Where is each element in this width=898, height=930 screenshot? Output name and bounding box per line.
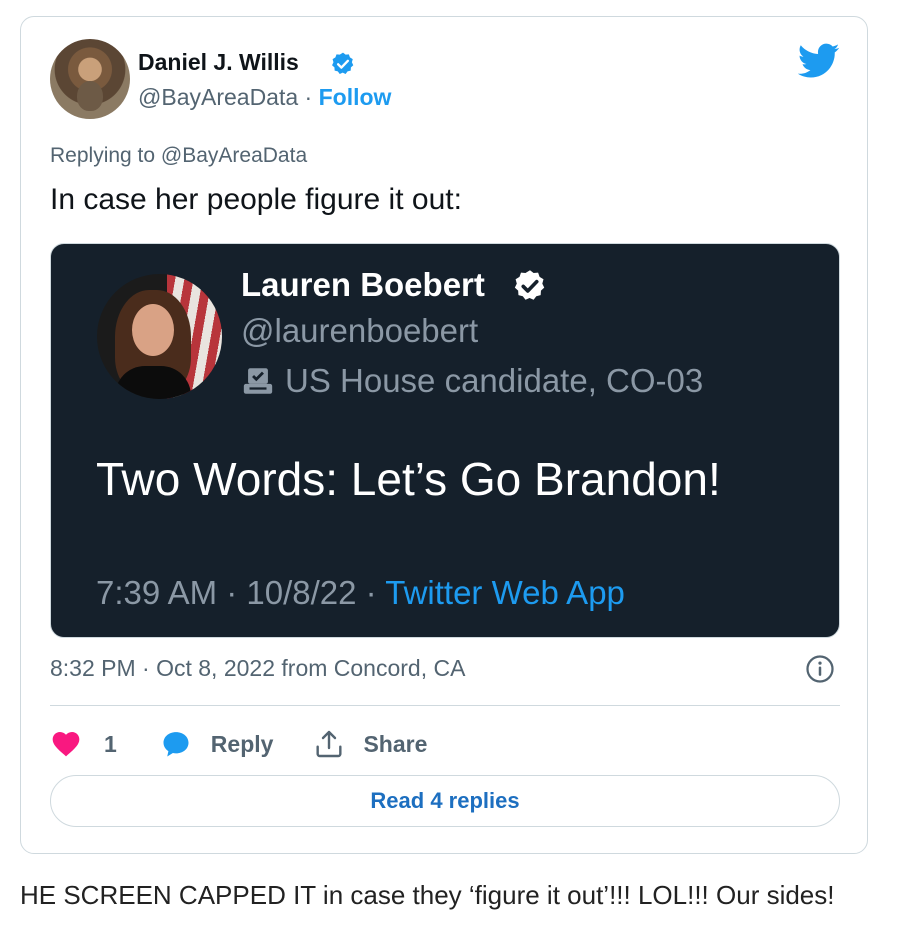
quoted-author-label-text: US House candidate, CO-03 bbox=[285, 362, 704, 399]
quoted-tweet-text: Two Words: Let’s Go Brandon! bbox=[96, 453, 721, 505]
separator-dot: · bbox=[304, 84, 313, 110]
heart-icon bbox=[52, 732, 80, 757]
embedded-tweet-card: Daniel J. Willis @BayAreaData · Follow R… bbox=[20, 16, 868, 854]
quoted-author-name: Lauren Boebert bbox=[241, 266, 485, 303]
reply-label: Reply bbox=[210, 730, 274, 757]
author-handle-row: @BayAreaData · Follow bbox=[138, 84, 391, 111]
quoted-time-date: 7:39 AM · 10/8/22 · bbox=[96, 574, 386, 611]
share-label: Share bbox=[363, 730, 428, 757]
verified-badge-icon bbox=[332, 52, 354, 74]
share-button[interactable]: Share bbox=[313, 728, 427, 760]
quoted-source-label: Twitter Web App bbox=[385, 574, 625, 611]
quoted-author-handle: @laurenboebert bbox=[241, 312, 479, 349]
author-handle[interactable]: @BayAreaData bbox=[138, 84, 298, 110]
ballot-box-icon bbox=[243, 368, 273, 394]
quoted-author-label: US House candidate, CO-03 bbox=[241, 362, 703, 400]
author-avatar[interactable] bbox=[50, 39, 130, 119]
like-button[interactable]: 1 bbox=[50, 728, 161, 760]
replying-to-text: Replying to @BayAreaData bbox=[50, 144, 308, 167]
quoted-verified-badge-icon bbox=[514, 270, 545, 300]
follow-link[interactable]: Follow bbox=[319, 84, 392, 110]
share-upload-icon bbox=[316, 730, 342, 758]
quoted-author-avatar bbox=[97, 274, 222, 399]
divider bbox=[50, 705, 840, 706]
reply-button[interactable]: Reply bbox=[161, 729, 314, 759]
like-count: 1 bbox=[104, 730, 117, 757]
tweet-text: In case her people figure it out: bbox=[50, 183, 462, 216]
speech-bubble-icon bbox=[163, 732, 189, 757]
info-icon[interactable] bbox=[805, 654, 835, 684]
twitter-bird-icon[interactable] bbox=[798, 43, 840, 79]
tweet-timestamp[interactable]: 8:32 PM · Oct 8, 2022 from Concord, CA bbox=[50, 655, 465, 682]
post-caption: HE SCREEN CAPPED IT in case they ‘figure… bbox=[20, 880, 835, 910]
quoted-tweet-meta: 7:39 AM · 10/8/22 · Twitter Web App bbox=[96, 574, 625, 612]
author-name[interactable]: Daniel J. Willis bbox=[138, 49, 299, 76]
quoted-tweet-image[interactable]: Lauren Boebert @laurenboebert US House c… bbox=[50, 243, 840, 638]
tweet-actions: 1 Reply Share bbox=[50, 724, 427, 764]
read-replies-button[interactable]: Read 4 replies bbox=[50, 775, 840, 827]
